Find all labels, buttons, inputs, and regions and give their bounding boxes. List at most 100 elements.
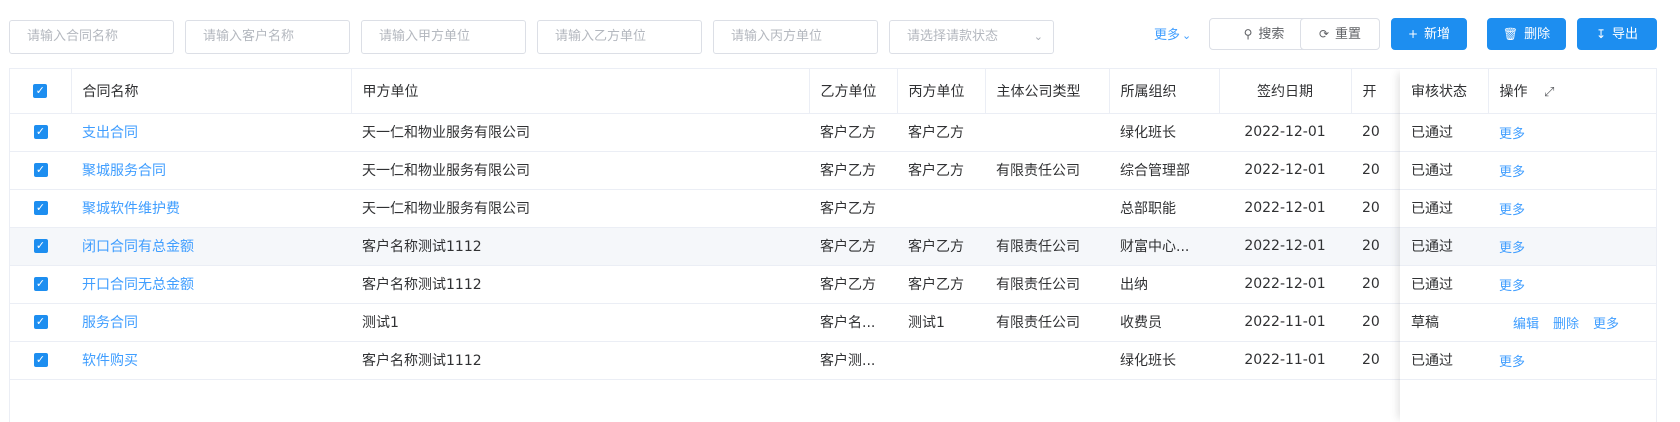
refresh-icon: ⟳ <box>1318 27 1330 41</box>
cell-company-type: 有限责任公司 <box>985 265 1109 304</box>
trash-icon: 🗑 <box>1502 27 1519 41</box>
cell-actions: 更多 <box>1488 189 1656 228</box>
fixed-right-table: 审核状态 操作 ⤢ 已通过 更多 已通过 更多 已通过 更多 已通过 更多 已通过 更多 草稿 编辑删… <box>1400 69 1656 380</box>
col-review-status[interactable]: 审核状态 <box>1400 69 1489 114</box>
cell-name[interactable]: 开口合同无总金额 <box>71 265 351 304</box>
cell-party-a: 天一仁和物业服务有限公司 <box>351 113 809 152</box>
cell-company-type: 有限责任公司 <box>985 227 1109 266</box>
cell-org: 收费员 <box>1109 303 1219 342</box>
cell-org: 绿化班长 <box>1109 113 1219 152</box>
cell-review-status: 草稿 <box>1400 303 1488 342</box>
row-select-cell: ✓ <box>10 113 71 152</box>
fixed-right-columns: 审核状态 操作 ⤢ 已通过 更多 已通过 更多 已通过 更多 已通过 更多 已通过 更多 草稿 编辑删… <box>1400 69 1656 422</box>
customer-name-input[interactable]: 请输入客户名称 <box>185 20 350 54</box>
row-checkbox[interactable]: ✓ <box>33 163 48 177</box>
col-contract-name[interactable]: 合同名称 <box>71 69 352 114</box>
fixed-table-row: 已通过 更多 <box>1400 227 1656 266</box>
row-action-link[interactable]: 更多 <box>1499 355 1525 370</box>
cell-party-b: 客户乙方 <box>809 189 897 228</box>
cell-review-status: 已通过 <box>1400 189 1488 228</box>
cell-sign-date: 2022-12-01 <box>1219 113 1351 152</box>
cell-party-a: 客户名称测试1112 <box>351 265 809 304</box>
col-org[interactable]: 所属组织 <box>1109 69 1220 114</box>
cell-party-c <box>897 189 985 228</box>
fixed-table-row: 已通过 更多 <box>1400 151 1656 190</box>
export-button[interactable]: ↧ 导出 <box>1577 18 1657 50</box>
row-action-link[interactable]: 更多 <box>1593 317 1619 332</box>
col-party-c[interactable]: 丙方单位 <box>897 69 986 114</box>
delete-button[interactable]: 🗑 删除 <box>1487 18 1566 50</box>
col-party-b[interactable]: 乙方单位 <box>809 69 898 114</box>
row-checkbox[interactable]: ✓ <box>33 239 48 253</box>
cell-company-type <box>985 189 1109 228</box>
row-select-cell: ✓ <box>10 341 71 380</box>
party-c-input[interactable]: 请输入丙方单位 <box>713 20 878 54</box>
row-action-link[interactable]: 更多 <box>1499 127 1525 142</box>
cell-actions: 更多 <box>1488 151 1656 190</box>
cell-name[interactable]: 服务合同 <box>71 303 351 342</box>
select-all-checkbox[interactable]: ✓ <box>33 83 48 98</box>
cell-sign-date: 2022-11-01 <box>1219 341 1351 380</box>
contract-name-input[interactable]: 请输入合同名称 <box>9 20 174 54</box>
delete-button-label: 删除 <box>1524 27 1551 42</box>
cell-party-a: 测试1 <box>351 303 809 342</box>
cell-party-a: 天一仁和物业服务有限公司 <box>351 151 809 190</box>
cell-sign-date: 2022-11-01 <box>1219 303 1351 342</box>
fixed-table-row: 草稿 编辑 删除 更多 <box>1400 303 1656 342</box>
cell-actions: 更多 <box>1488 113 1656 152</box>
more-filters-label: 更多 <box>1154 28 1181 43</box>
cell-review-status: 已通过 <box>1400 227 1488 266</box>
cell-party-b: 客户名... <box>809 303 897 342</box>
row-select-cell: ✓ <box>10 227 71 266</box>
more-filters-link[interactable]: 更多 ⌄ <box>1154 24 1191 48</box>
chevron-down-icon: ⌄ <box>1033 30 1043 43</box>
search-icon: ⚲ <box>1243 27 1253 41</box>
cell-review-status: 已通过 <box>1400 265 1488 304</box>
select-all-header: ✓ <box>10 69 72 114</box>
plus-icon: + <box>1407 27 1419 41</box>
cell-sign-date: 2022-12-01 <box>1219 151 1351 190</box>
cell-actions: 编辑 删除 更多 <box>1488 303 1656 342</box>
row-checkbox[interactable]: ✓ <box>33 201 48 215</box>
row-checkbox[interactable]: ✓ <box>33 125 48 139</box>
add-button-label: 新增 <box>1424 27 1451 42</box>
fixed-table-row: 已通过 更多 <box>1400 341 1656 380</box>
reset-button[interactable]: ⟳ 重置 <box>1300 18 1380 50</box>
party-b-input[interactable]: 请输入乙方单位 <box>537 20 702 54</box>
fixed-table-row: 已通过 更多 <box>1400 189 1656 228</box>
cell-sign-date: 2022-12-01 <box>1219 265 1351 304</box>
row-action-link[interactable]: 更多 <box>1499 279 1525 294</box>
cell-company-type <box>985 113 1109 152</box>
cell-party-a: 客户名称测试1112 <box>351 341 809 380</box>
fixed-header-row: 审核状态 操作 ⤢ <box>1400 69 1656 114</box>
row-checkbox[interactable]: ✓ <box>33 353 48 367</box>
row-action-link[interactable]: 更多 <box>1499 203 1525 218</box>
cell-org: 出纳 <box>1109 265 1219 304</box>
cell-name[interactable]: 软件购买 <box>71 341 351 380</box>
cell-name[interactable]: 支出合同 <box>71 113 351 152</box>
cell-party-c: 客户乙方 <box>897 151 985 190</box>
row-checkbox[interactable]: ✓ <box>33 315 48 329</box>
search-button-label: 搜索 <box>1258 27 1285 42</box>
fixed-table-row: 已通过 更多 <box>1400 113 1656 152</box>
row-action-link[interactable]: 编辑 <box>1513 317 1539 332</box>
col-sign-date[interactable]: 签约日期 <box>1219 69 1352 114</box>
party-a-input[interactable]: 请输入甲方单位 <box>361 20 526 54</box>
add-button[interactable]: + 新增 <box>1391 18 1467 50</box>
cell-party-b: 客户乙方 <box>809 227 897 266</box>
col-party-a[interactable]: 甲方单位 <box>351 69 810 114</box>
cell-review-status: 已通过 <box>1400 341 1488 380</box>
col-company-type[interactable]: 主体公司类型 <box>985 69 1110 114</box>
row-select-cell: ✓ <box>10 265 71 304</box>
cell-name[interactable]: 聚城服务合同 <box>71 151 351 190</box>
row-checkbox[interactable]: ✓ <box>33 277 48 291</box>
cell-name[interactable]: 聚城软件维护费 <box>71 189 351 228</box>
row-action-link[interactable]: 更多 <box>1499 241 1525 256</box>
cell-party-a: 客户名称测试1112 <box>351 227 809 266</box>
row-action-link[interactable]: 删除 <box>1553 317 1579 332</box>
payment-status-select[interactable]: 请选择请款状态 ⌄ <box>889 20 1054 54</box>
cell-org: 总部职能 <box>1109 189 1219 228</box>
expand-icon[interactable]: ⤢ <box>1544 85 1554 100</box>
row-action-link[interactable]: 更多 <box>1499 165 1525 180</box>
cell-name[interactable]: 闭口合同有总金额 <box>71 227 351 266</box>
